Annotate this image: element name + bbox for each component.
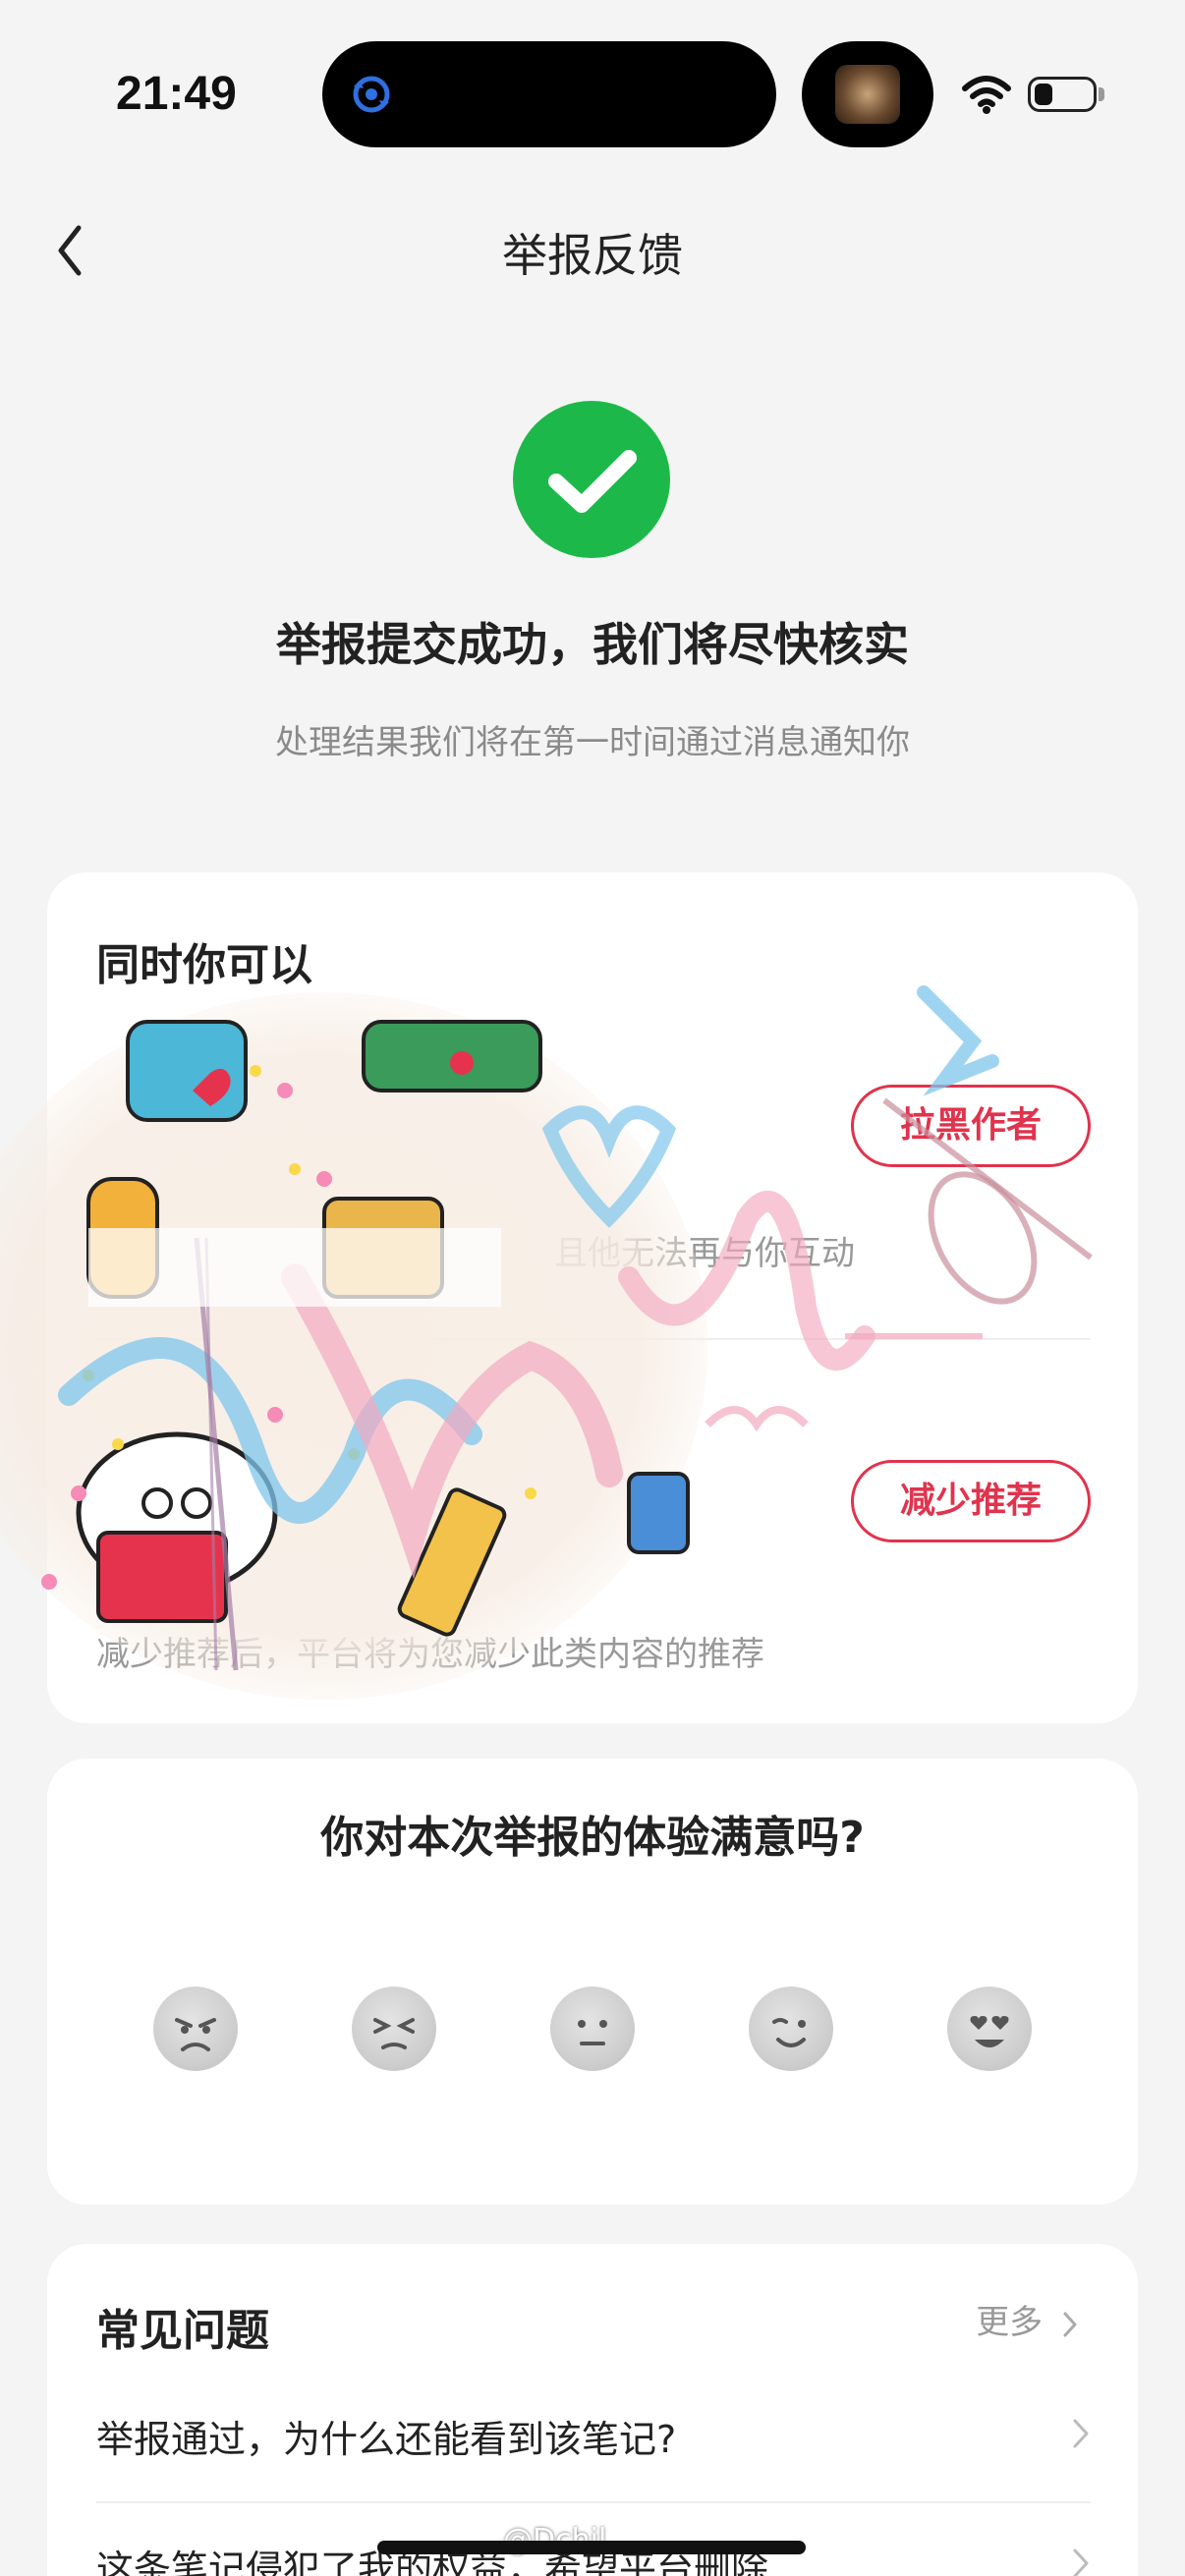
- faq-item[interactable]: 举报通过，为什么还能看到该笔记?: [96, 2409, 1091, 2461]
- chevron-right-icon: [1073, 2419, 1089, 2448]
- dynamic-island: [322, 41, 776, 147]
- block-author-button[interactable]: 拉黑作者: [851, 1085, 1091, 1167]
- reduce-recommend-button[interactable]: 减少推荐: [851, 1460, 1091, 1542]
- success-check-icon: [513, 401, 670, 558]
- faq-more-link[interactable]: 更多: [976, 2295, 1079, 2343]
- page-title: 举报反馈: [502, 229, 683, 282]
- chevron-right-icon: [1073, 2548, 1089, 2576]
- rating-card: 你对本次举报的体验满意吗?: [47, 1759, 1138, 2205]
- nav-bar: 举报反馈: [0, 187, 1185, 314]
- rating-title: 你对本次举报的体验满意吗?: [320, 1813, 865, 1863]
- frustrated-face-icon[interactable]: [352, 1987, 436, 2071]
- reduce-recommend-desc: 减少推荐后，平台将为您减少此类内容的推荐: [96, 1635, 764, 1674]
- battery-tip: [1099, 87, 1104, 101]
- actions-card: 同时你可以 拉黑作者 且他无法再与你互动 减少推荐 减少推荐后，平台将为您减少此…: [47, 872, 1138, 1723]
- status-bar: 21:49: [0, 0, 1185, 187]
- actions-heading: 同时你可以: [96, 940, 312, 990]
- battery-level: [1035, 84, 1052, 105]
- faq-item-label: 举报通过，为什么还能看到该笔记?: [96, 2418, 677, 2461]
- angry-face-icon[interactable]: [153, 1987, 238, 2071]
- divider: [96, 1338, 1091, 1340]
- smile-face-icon[interactable]: [749, 1987, 833, 2071]
- heart-thumbnail-icon: [835, 65, 900, 124]
- neutral-face-icon[interactable]: [550, 1987, 635, 2071]
- sync-icon: [353, 76, 390, 113]
- divider: [96, 2501, 1091, 2503]
- status-time: 21:49: [116, 68, 237, 120]
- live-activity: [802, 41, 933, 147]
- battery-icon: [1028, 77, 1097, 112]
- wifi-icon: [962, 76, 1011, 114]
- home-indicator[interactable]: [377, 2541, 806, 2554]
- success-title: 举报提交成功，我们将尽快核实: [276, 618, 909, 671]
- chevron-right-icon: [1063, 2312, 1077, 2336]
- faq-heading: 常见问题: [96, 2306, 269, 2356]
- heart-eyes-face-icon[interactable]: [947, 1987, 1032, 2071]
- faq-more-label: 更多: [976, 2303, 1044, 2342]
- success-subtitle: 处理结果我们将在第一时间通过消息通知你: [275, 723, 910, 762]
- block-author-desc: 且他无法再与你互动: [554, 1234, 855, 1273]
